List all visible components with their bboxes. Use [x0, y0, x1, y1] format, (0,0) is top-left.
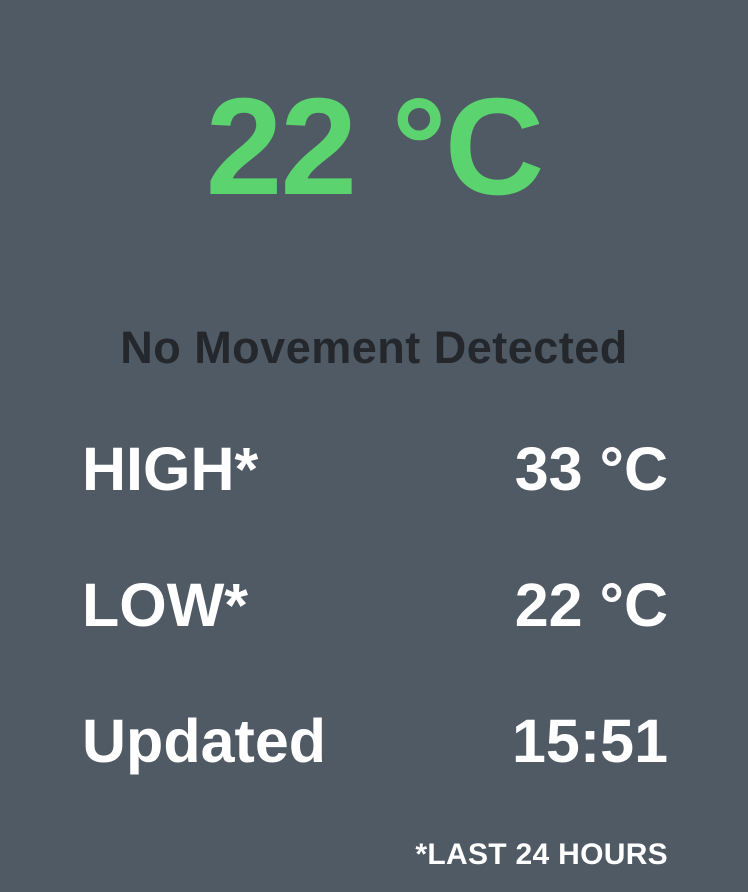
- stat-row-high: HIGH* 33 °C: [82, 434, 668, 504]
- motion-status: No Movement Detected: [120, 322, 628, 373]
- stat-label-low: LOW*: [82, 571, 249, 639]
- stat-label-high: HIGH*: [82, 435, 259, 503]
- stat-value-low: 22 °C: [514, 571, 668, 639]
- current-temperature: 22 °C: [205, 70, 545, 224]
- stat-row-low: LOW* 22 °C: [82, 570, 668, 640]
- footnote: *LAST 24 HOURS: [415, 838, 668, 871]
- stat-value-updated: 15:51: [511, 707, 668, 775]
- stat-label-updated: Updated: [82, 707, 326, 775]
- temperature-widget: 22 °C No Movement Detected HIGH* 33 °C L…: [0, 0, 748, 892]
- stat-row-updated: Updated 15:51: [82, 706, 668, 776]
- stat-value-high: 33 °C: [514, 435, 668, 503]
